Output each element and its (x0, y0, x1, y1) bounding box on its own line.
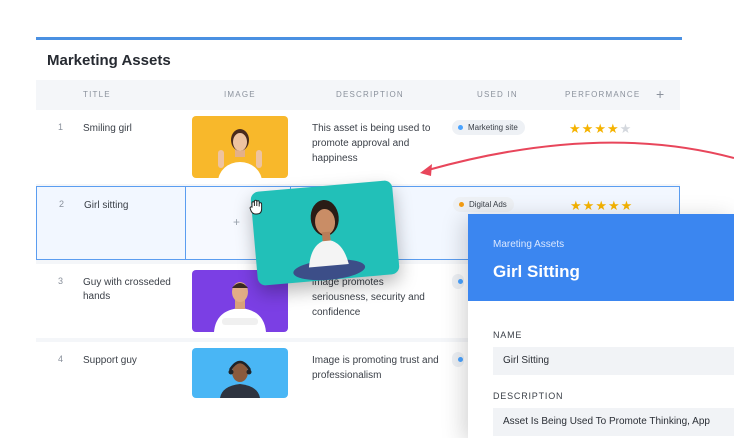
used-in-label: Digital Ads (469, 200, 507, 209)
column-header-description[interactable]: DESCRIPTION (336, 90, 404, 99)
used-in-tag[interactable]: Marketing site (452, 120, 525, 135)
panel-header: Mareting Assets Girl Sitting (468, 214, 734, 301)
panel-breadcrumb[interactable]: Mareting Assets (493, 239, 564, 250)
used-in-tag[interactable]: Digital Ads (453, 197, 514, 212)
rating-stars[interactable]: ★★★★★ (569, 121, 632, 137)
girl-sitting-illustration (293, 199, 366, 281)
row-title[interactable]: Support guy (83, 354, 183, 368)
column-header-title[interactable]: TITLE (83, 90, 111, 99)
row-title[interactable]: Guy with crosseded hands (83, 276, 183, 304)
star-icon[interactable]: ★ (595, 198, 608, 213)
description-field[interactable]: Asset Is Being Used To Promote Thinking,… (493, 408, 734, 436)
row-title[interactable]: Girl sitting (84, 199, 184, 213)
star-icon[interactable]: ★ (607, 121, 620, 136)
row-number: 1 (58, 122, 64, 132)
row-description[interactable]: This asset is being used to promote appr… (312, 121, 440, 166)
panel-title: Girl Sitting (493, 262, 580, 281)
used-in-tag[interactable] (452, 352, 464, 367)
grab-hand-icon[interactable] (248, 198, 266, 216)
used-in-label: Marketing site (468, 123, 518, 132)
smiling-girl-illustration (218, 129, 262, 178)
used-in-tag[interactable] (452, 274, 464, 289)
dragged-image-card[interactable] (250, 179, 400, 287)
add-image-icon[interactable]: + (233, 215, 240, 229)
star-icon[interactable]: ★ (570, 198, 583, 213)
row-description[interactable]: Image is promoting trust and professiona… (312, 353, 440, 383)
add-column-button[interactable]: + (656, 86, 664, 102)
board-title: Marketing Assets (47, 52, 171, 69)
table-header: TITLE IMAGE DESCRIPTION USED IN PERFORMA… (36, 80, 680, 108)
name-label: NAME (493, 330, 523, 340)
star-icon[interactable]: ★ (583, 198, 596, 213)
rating-stars[interactable]: ★★★★★ (570, 198, 633, 214)
table-row[interactable]: 1 Smiling girl This asset is being used … (36, 110, 680, 184)
top-accent-bar (36, 37, 682, 40)
row-description[interactable]: image promotes seriousness, security and… (312, 275, 440, 320)
column-header-used-in[interactable]: USED IN (477, 90, 518, 99)
star-icon[interactable]: ★ (620, 121, 633, 136)
row-title[interactable]: Smiling girl (83, 122, 183, 136)
row-number: 4 (58, 354, 64, 364)
name-field[interactable]: Girl Sitting (493, 347, 734, 375)
row-number: 3 (58, 276, 64, 286)
column-header-image[interactable]: IMAGE (224, 90, 256, 99)
star-icon[interactable]: ★ (594, 121, 607, 136)
row-number: 2 (59, 199, 65, 209)
status-dot (458, 125, 463, 130)
column-header-performance[interactable]: PERFORMANCE (565, 90, 640, 99)
support-guy-illustration (220, 360, 260, 398)
asset-detail-panel: Mareting Assets Girl Sitting NAME Girl S… (468, 214, 734, 438)
asset-image-support-guy[interactable] (192, 348, 288, 398)
star-icon[interactable]: ★ (621, 198, 634, 213)
description-label: DESCRIPTION (493, 391, 564, 401)
star-icon[interactable]: ★ (582, 121, 595, 136)
status-dot (458, 357, 463, 362)
star-icon[interactable]: ★ (569, 121, 582, 136)
star-icon[interactable]: ★ (608, 198, 621, 213)
status-dot (458, 279, 463, 284)
status-dot (459, 202, 464, 207)
asset-image-smiling-girl[interactable] (192, 116, 288, 178)
